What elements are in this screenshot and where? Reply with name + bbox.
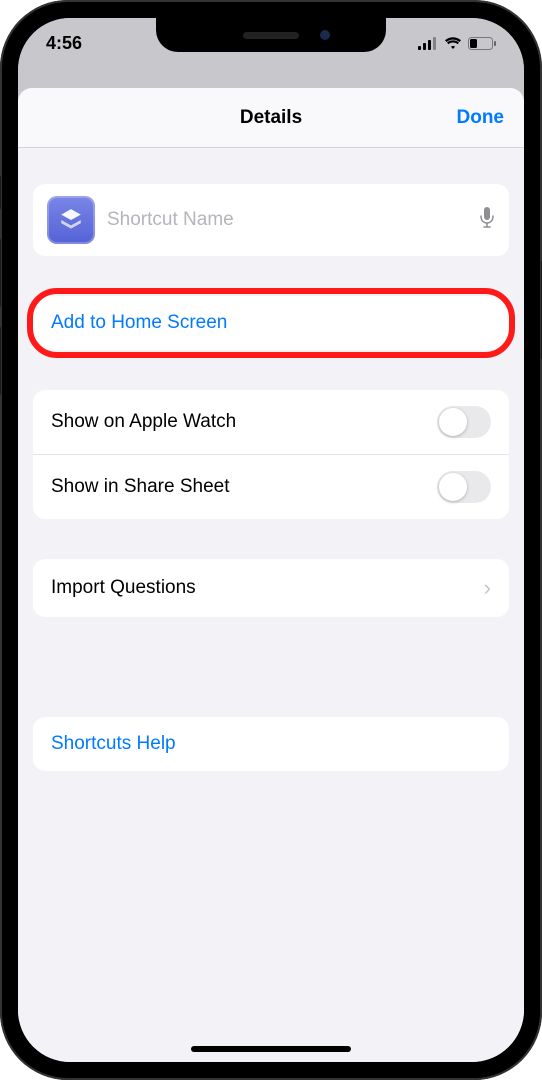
volume-up-button (0, 238, 1, 308)
add-to-home-screen-row[interactable]: Add to Home Screen (33, 296, 509, 350)
front-camera (320, 30, 330, 40)
share-sheet-label: Show in Share Sheet (51, 476, 230, 498)
name-row (33, 184, 509, 256)
dictation-icon[interactable] (479, 207, 495, 234)
shortcuts-glyph-icon (58, 207, 84, 233)
sheet-header: Details Done (18, 88, 524, 148)
notch (156, 18, 386, 52)
chevron-right-icon: › (484, 575, 491, 601)
share-sheet-toggle[interactable] (437, 471, 491, 503)
cellular-icon (418, 37, 438, 50)
add-to-home-screen-label: Add to Home Screen (51, 312, 227, 334)
shortcuts-help-label: Shortcuts Help (51, 733, 176, 755)
shortcut-name-input[interactable] (107, 209, 467, 231)
phone-frame: 4:56 Details Done (0, 0, 542, 1080)
done-button[interactable]: Done (457, 107, 505, 129)
name-card (33, 184, 509, 256)
details-sheet: Details Done (18, 88, 524, 1062)
help-card: Shortcuts Help (33, 717, 509, 771)
import-questions-row[interactable]: Import Questions › (33, 559, 509, 617)
status-right (418, 37, 496, 50)
toggles-card: Show on Apple Watch Show in Share Sheet (33, 390, 509, 519)
apple-watch-label: Show on Apple Watch (51, 411, 236, 433)
battery-icon (468, 37, 496, 50)
import-questions-label: Import Questions (51, 577, 196, 599)
status-time: 4:56 (46, 33, 82, 54)
import-card: Import Questions › (33, 559, 509, 617)
sheet-title: Details (240, 107, 302, 129)
share-sheet-row: Show in Share Sheet (33, 454, 509, 519)
apple-watch-row: Show on Apple Watch (33, 390, 509, 454)
screen: 4:56 Details Done (18, 18, 524, 1062)
sheet-content: Add to Home Screen Show on Apple Watch S… (18, 148, 524, 1062)
shortcut-icon[interactable] (47, 196, 95, 244)
apple-watch-toggle[interactable] (437, 406, 491, 438)
mute-switch (0, 175, 1, 210)
speaker (243, 32, 299, 39)
home-indicator[interactable] (191, 1046, 351, 1052)
wifi-icon (444, 37, 462, 50)
add-home-highlight: Add to Home Screen (33, 296, 509, 350)
shortcuts-help-row[interactable]: Shortcuts Help (33, 717, 509, 771)
volume-down-button (0, 326, 1, 396)
